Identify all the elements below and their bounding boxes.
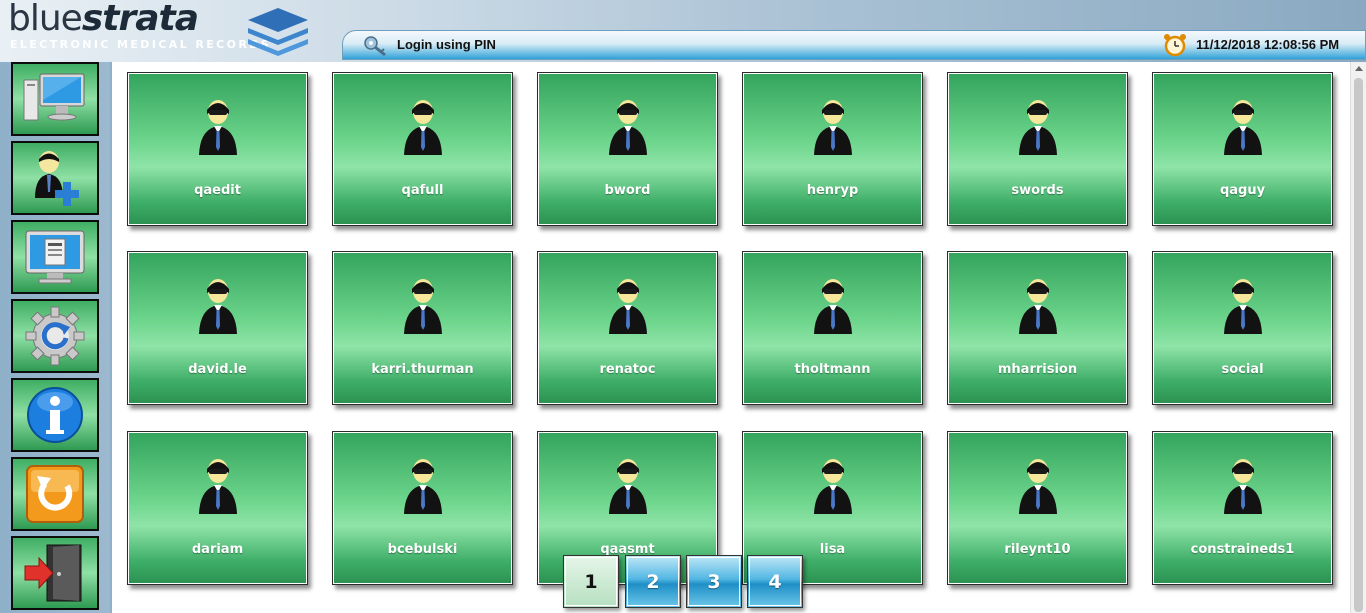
app-header: bluestrata ELECTRONIC MEDICAL RECORDS Lo…: [0, 0, 1366, 62]
page-button-4[interactable]: 4: [747, 555, 803, 608]
user-tile[interactable]: tholtmann: [742, 251, 923, 405]
user-avatar-icon: [609, 459, 647, 514]
user-tile-name: renatoc: [599, 362, 656, 377]
user-tile[interactable]: qaguy: [1152, 72, 1333, 226]
add-user-icon: [35, 151, 79, 206]
user-avatar-icon: [199, 279, 237, 334]
user-avatar-icon: [1019, 100, 1057, 155]
sidebar-exit-button[interactable]: [11, 536, 99, 610]
user-avatar-icon: [1224, 100, 1262, 155]
user-tile-name: swords: [1011, 183, 1064, 198]
sidebar-add-user-button[interactable]: [11, 141, 99, 215]
key-icon: [364, 36, 386, 57]
user-tile-name: qafull: [401, 183, 444, 198]
user-tile[interactable]: constraineds1: [1152, 431, 1333, 585]
user-avatar-icon: [1019, 279, 1057, 334]
user-tile[interactable]: bword: [537, 72, 718, 226]
sidebar-reload-button[interactable]: [11, 457, 99, 531]
current-datetime: 11/12/2018 12:08:56 PM: [1196, 37, 1340, 52]
vertical-scrollbar[interactable]: [1350, 62, 1366, 613]
logo-text-bold: strata: [81, 0, 199, 39]
user-avatar-icon: [1224, 459, 1262, 514]
user-avatar-icon: [814, 459, 852, 514]
user-tile-name: bcebulski: [387, 542, 458, 557]
user-avatar-icon: [404, 459, 442, 514]
user-tile-name: bword: [604, 183, 651, 198]
alarm-clock-icon: [1164, 34, 1186, 57]
sidebar-computer-button[interactable]: [11, 62, 99, 136]
bluestrata-logo: bluestrata ELECTRONIC MEDICAL RECORDS: [8, 0, 308, 58]
user-tile[interactable]: mharrision: [947, 251, 1128, 405]
user-avatar-icon: [199, 459, 237, 514]
stacked-layers-icon: [248, 8, 308, 56]
scroll-up-arrow-icon[interactable]: [1355, 66, 1363, 71]
user-tile[interactable]: karri.thurman: [332, 251, 513, 405]
sidebar: [0, 62, 110, 613]
user-tile[interactable]: bcebulski: [332, 431, 513, 585]
user-tile-name: tholtmann: [794, 362, 871, 377]
page-button-3[interactable]: 3: [686, 555, 742, 608]
user-tile[interactable]: renatoc: [537, 251, 718, 405]
user-avatar-icon: [1224, 279, 1262, 334]
sidebar-refresh-gear-button[interactable]: [11, 299, 99, 373]
page-button-2[interactable]: 2: [625, 555, 681, 608]
logo-tagline: ELECTRONIC MEDICAL RECORDS: [10, 38, 272, 51]
login-using-pin-label[interactable]: Login using PIN: [397, 37, 496, 52]
user-avatar-icon: [404, 279, 442, 334]
user-tile-name: qaguy: [1219, 183, 1266, 198]
refresh-gear-icon: [25, 306, 85, 366]
user-tile[interactable]: swords: [947, 72, 1128, 226]
user-tile-name: henryp: [806, 183, 859, 198]
user-tile-name: social: [1221, 362, 1264, 377]
info-icon: [27, 387, 83, 443]
user-tile[interactable]: rileynt10: [947, 431, 1128, 585]
user-tile-name: constraineds1: [1190, 542, 1295, 557]
user-tile[interactable]: dariam: [127, 431, 308, 585]
reload-icon: [26, 465, 84, 523]
user-tile[interactable]: qaedit: [127, 72, 308, 226]
user-avatar-icon: [814, 279, 852, 334]
user-tile-name: rileynt10: [1004, 542, 1071, 557]
user-tile[interactable]: david.le: [127, 251, 308, 405]
user-avatar-icon: [609, 100, 647, 155]
user-tile[interactable]: henryp: [742, 72, 923, 226]
user-tile-name: qaedit: [194, 183, 241, 198]
user-tile-name: karri.thurman: [371, 362, 474, 377]
user-avatar-icon: [404, 100, 442, 155]
status-bar: Login using PIN 11/12/2018 12:08:56 PM: [342, 30, 1366, 60]
monitor-form-icon: [25, 230, 85, 284]
user-avatar-icon: [199, 100, 237, 155]
user-tile-name: dariam: [191, 542, 244, 557]
page-button-1[interactable]: 1: [563, 555, 619, 608]
user-tile[interactable]: social: [1152, 251, 1333, 405]
user-avatar-icon: [1019, 459, 1057, 514]
user-tile-name: mharrision: [997, 362, 1078, 377]
scrollbar-thumb[interactable]: [1354, 78, 1363, 612]
user-tile-name: david.le: [188, 362, 247, 377]
user-tile[interactable]: qafull: [332, 72, 513, 226]
exit-door-icon: [24, 544, 82, 602]
computer-icon: [23, 73, 85, 121]
sidebar-info-button[interactable]: [11, 378, 99, 452]
user-avatar-icon: [814, 100, 852, 155]
logo-text-light: blue: [8, 0, 83, 39]
user-avatar-icon: [609, 279, 647, 334]
sidebar-monitor-form-button[interactable]: [11, 220, 99, 294]
